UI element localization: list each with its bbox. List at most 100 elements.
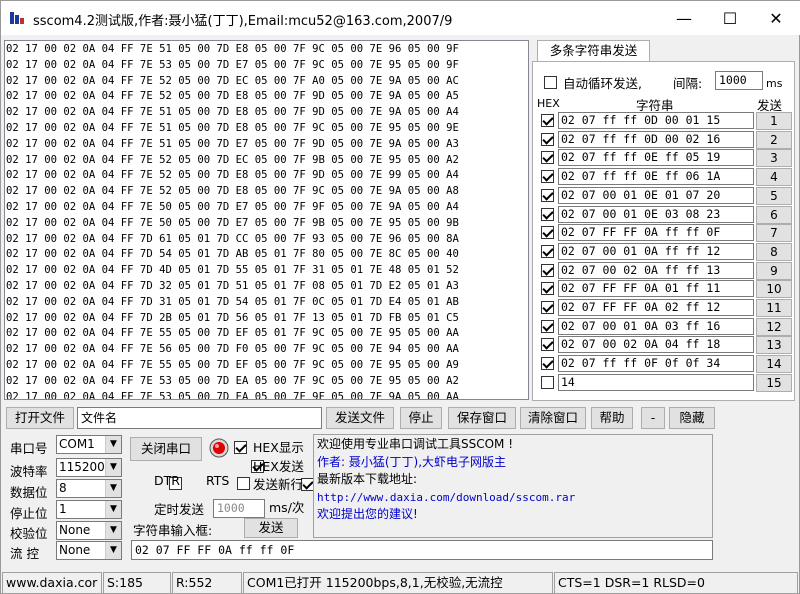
- hide-button[interactable]: 隐藏: [669, 407, 715, 429]
- row-send-button[interactable]: 7: [756, 224, 792, 242]
- row-string-input[interactable]: 02 07 FF FF 0A 01 ff 11: [558, 280, 754, 297]
- maximize-button[interactable]: ☐: [707, 1, 753, 35]
- row-hex-checkbox[interactable]: [541, 226, 554, 239]
- minus-button[interactable]: -: [641, 407, 665, 429]
- status-port: COM1已打开 115200bps,8,1,无校验,无流控: [243, 572, 553, 594]
- row-string-input[interactable]: 02 07 00 02 0A 04 ff 18: [558, 336, 754, 353]
- close-button[interactable]: ✕: [753, 1, 799, 35]
- receive-line: 02 17 00 02 0A 04 FF 7E 51 05 00 7D E7 0…: [6, 137, 459, 150]
- row-send-button[interactable]: 8: [756, 243, 792, 261]
- receive-line: 02 17 00 02 0A 04 FF 7D 2B 05 01 7D 56 0…: [6, 311, 459, 324]
- row-hex-checkbox[interactable]: [541, 245, 554, 258]
- row-string-input[interactable]: 02 07 FF FF 0A ff ff 0F: [558, 224, 754, 241]
- data-bits-select[interactable]: 8 ▼: [56, 479, 122, 498]
- row-string-input[interactable]: 02 07 ff ff 0E ff 05 19: [558, 149, 754, 166]
- row-send-button[interactable]: 15: [756, 374, 792, 392]
- row-hex-checkbox[interactable]: [541, 208, 554, 221]
- stop-bits-select[interactable]: 1 ▼: [56, 500, 122, 519]
- row-hex-checkbox[interactable]: [541, 357, 554, 370]
- stop-bits-label: 停止位: [10, 506, 48, 521]
- row-string-input[interactable]: 02 07 FF FF 0A 02 ff 12: [558, 299, 754, 316]
- flow-control-select[interactable]: None ▼: [56, 541, 122, 560]
- row-string-input[interactable]: 02 07 ff ff 0D 00 02 16: [558, 131, 754, 148]
- baud-select[interactable]: 115200 ▼: [56, 458, 122, 477]
- row-string-input[interactable]: 02 07 ff ff 0F 0f 0f 34: [558, 355, 754, 372]
- receive-line: 02 17 00 02 0A 04 FF 7E 52 05 00 7D E8 0…: [6, 185, 459, 198]
- row-string-input[interactable]: 14: [558, 374, 754, 391]
- open-file-button[interactable]: 打开文件: [6, 407, 74, 429]
- row-send-button[interactable]: 6: [756, 206, 792, 224]
- row-send-button[interactable]: 5: [756, 187, 792, 205]
- auto-loop-checkbox[interactable]: [544, 76, 557, 89]
- info-welcome: 欢迎使用专业串口调试工具SSCOM !: [317, 437, 514, 451]
- row-send-button[interactable]: 10: [756, 280, 792, 298]
- row-hex-checkbox[interactable]: [541, 338, 554, 351]
- row-string-input[interactable]: 02 07 00 01 0A 03 ff 16: [558, 318, 754, 335]
- save-window-button[interactable]: 保存窗口: [448, 407, 516, 429]
- row-hex-checkbox[interactable]: [541, 189, 554, 202]
- row-string-input[interactable]: 02 07 ff ff 0D 00 01 15: [558, 112, 754, 129]
- receive-line: 02 17 00 02 0A 04 FF 7E 55 05 00 7D EF 0…: [6, 358, 459, 371]
- row-hex-checkbox[interactable]: [541, 301, 554, 314]
- receive-line: 02 17 00 02 0A 04 FF 7E 50 05 00 7D E7 0…: [6, 216, 459, 229]
- row-hex-checkbox[interactable]: [541, 133, 554, 146]
- receive-line: 02 17 00 02 0A 04 FF 7E 50 05 00 7D E7 0…: [6, 200, 459, 213]
- stop-bits-value: 1: [59, 502, 67, 516]
- hex-send-label: HEX发送: [253, 459, 304, 474]
- interval-input[interactable]: 1000: [715, 71, 763, 90]
- help-button[interactable]: 帮助: [591, 407, 633, 429]
- row-hex-checkbox[interactable]: [541, 376, 554, 389]
- hex-display-checkbox[interactable]: [234, 441, 247, 454]
- chevron-down-icon: ▼: [105, 436, 121, 453]
- stop-button[interactable]: 停止: [400, 407, 442, 429]
- row-send-button[interactable]: 9: [756, 262, 792, 280]
- status-site: www.daxia.cor: [2, 572, 102, 594]
- data-bits-value: 8: [59, 481, 67, 495]
- port-select[interactable]: COM1 ▼: [56, 435, 122, 454]
- row-string-input[interactable]: 02 07 00 01 0E 01 07 20: [558, 187, 754, 204]
- chevron-down-icon: ▼: [105, 480, 121, 497]
- row-hex-checkbox[interactable]: [541, 170, 554, 183]
- flow-control-label: 流 控: [10, 546, 39, 561]
- row-send-button[interactable]: 2: [756, 131, 792, 149]
- row-hex-checkbox[interactable]: [541, 114, 554, 127]
- row-hex-checkbox[interactable]: [541, 282, 554, 295]
- row-send-button[interactable]: 12: [756, 318, 792, 336]
- row-hex-checkbox[interactable]: [541, 320, 554, 333]
- row-string-input[interactable]: 02 07 ff ff 0E ff 06 1A: [558, 168, 754, 185]
- row-send-button[interactable]: 13: [756, 336, 792, 354]
- row-send-button[interactable]: 11: [756, 299, 792, 317]
- close-port-button[interactable]: 关闭串口: [130, 437, 202, 461]
- parity-select[interactable]: None ▼: [56, 521, 122, 540]
- parity-label: 校验位: [10, 526, 48, 541]
- row-send-button[interactable]: 14: [756, 355, 792, 373]
- file-name-input[interactable]: 文件名: [77, 407, 322, 429]
- port-label: 串口号: [10, 441, 48, 456]
- baud-label: 波特率: [10, 464, 48, 479]
- send-button[interactable]: 发送: [244, 518, 298, 538]
- row-send-button[interactable]: 3: [756, 149, 792, 167]
- app-window: sscom4.2测试版,作者:聂小猛(丁丁),Email:mcu52@163.c…: [0, 0, 800, 594]
- row-string-input[interactable]: 02 07 00 02 0A ff ff 13: [558, 262, 754, 279]
- flow-control-value: None: [59, 543, 91, 557]
- info-download-link[interactable]: http://www.daxia.com/download/sscom.rar: [317, 489, 709, 507]
- send-file-button[interactable]: 发送文件: [326, 407, 394, 429]
- row-send-button[interactable]: 4: [756, 168, 792, 186]
- receive-line: 02 17 00 02 0A 04 FF 7E 53 05 00 7D EA 0…: [6, 390, 459, 400]
- tab-multi-string-send[interactable]: 多条字符串发送: [537, 40, 650, 62]
- rts-checkbox[interactable]: [237, 477, 251, 490]
- row-send-button[interactable]: 1: [756, 112, 792, 130]
- timed-interval-input[interactable]: 1000: [213, 499, 265, 518]
- row-hex-checkbox[interactable]: [541, 264, 554, 277]
- baud-value: 115200: [59, 460, 105, 474]
- row-string-input[interactable]: 02 07 00 01 0E 03 08 23: [558, 206, 754, 223]
- row-hex-checkbox[interactable]: [541, 151, 554, 164]
- parity-value: None: [59, 523, 91, 537]
- row-string-input[interactable]: 02 07 00 01 0A ff ff 12: [558, 243, 754, 260]
- string-input[interactable]: 02 07 FF FF 0A ff ff 0F: [131, 540, 713, 560]
- receive-textarea[interactable]: 02 17 00 02 0A 04 FF 7E 51 05 00 7D E8 0…: [4, 40, 529, 400]
- port-status-led-icon: [209, 438, 229, 458]
- minimize-button[interactable]: —: [661, 1, 707, 35]
- clear-window-button[interactable]: 清除窗口: [520, 407, 586, 429]
- multi-string-panel: 自动循环发送, 间隔: 1000 ms HEX 字符串 发送 02 07 ff …: [532, 61, 795, 401]
